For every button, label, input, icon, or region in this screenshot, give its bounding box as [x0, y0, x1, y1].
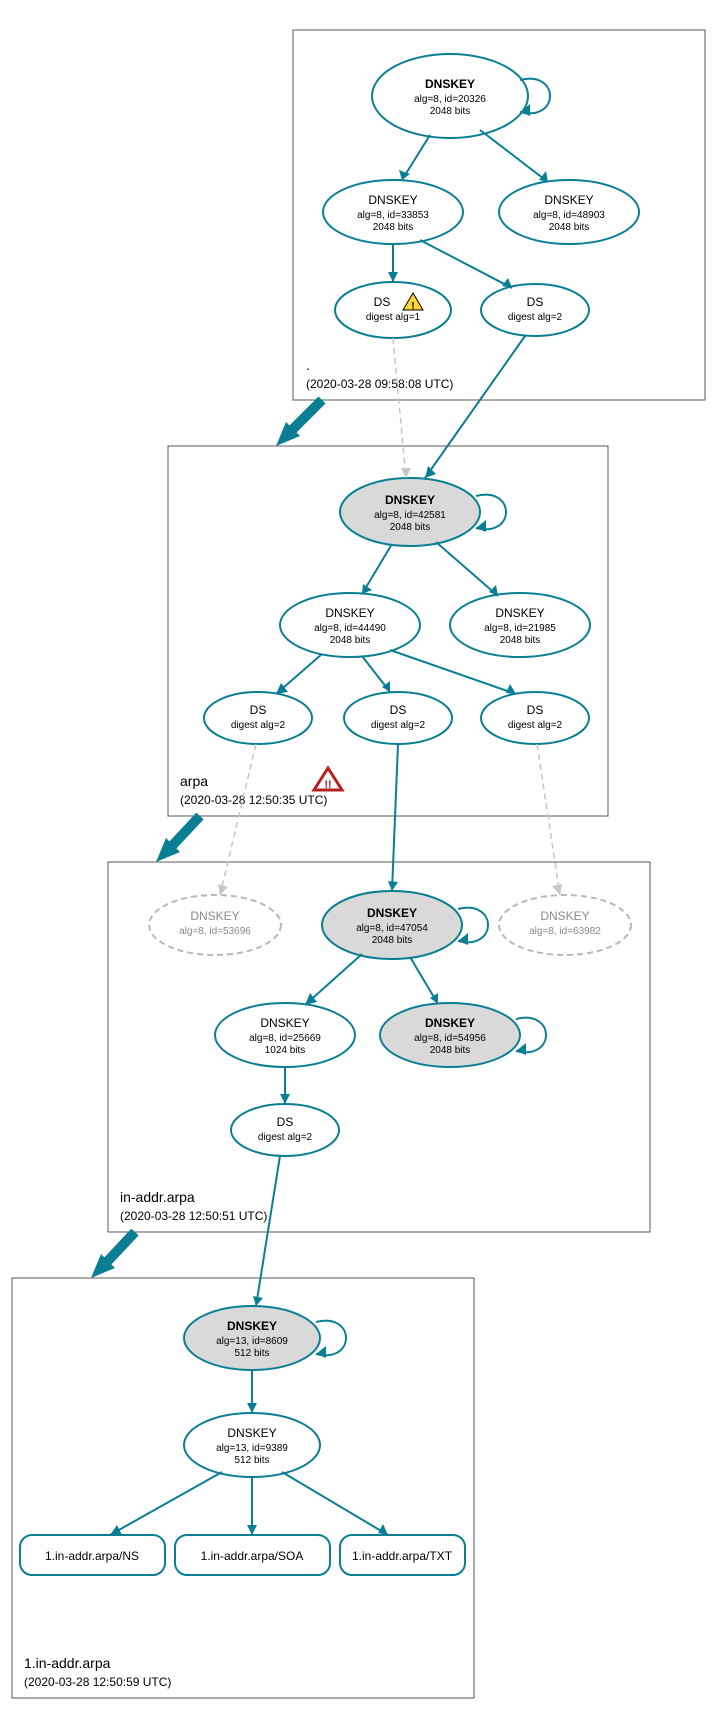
- svg-text:DNSKEY: DNSKEY: [190, 909, 239, 923]
- node-inaddr-zsk: DNSKEY alg=8, id=25669 1024 bits: [215, 1003, 355, 1067]
- node-root-zsk1: DNSKEY alg=8, id=33853 2048 bits: [323, 180, 463, 244]
- svg-text:DNSKEY: DNSKEY: [368, 193, 417, 207]
- zone-inaddr-name: in-addr.arpa: [120, 1189, 195, 1205]
- svg-text:alg=8, id=47054: alg=8, id=47054: [356, 923, 428, 934]
- zone-one: 1.in-addr.arpa (2020-03-28 12:50:59 UTC)…: [12, 1156, 474, 1698]
- zone-arpa: arpa (2020-03-28 12:50:35 UTC) !! DNSKEY…: [168, 336, 608, 816]
- svg-text:DNSKEY: DNSKEY: [325, 606, 374, 620]
- svg-text:alg=8, id=44490: alg=8, id=44490: [314, 623, 386, 634]
- svg-text:DS: DS: [390, 703, 407, 717]
- svg-text:DNSKEY: DNSKEY: [260, 1016, 309, 1030]
- svg-text:DNSKEY: DNSKEY: [544, 193, 593, 207]
- svg-text:alg=8, id=42581: alg=8, id=42581: [374, 510, 446, 521]
- svg-text:512 bits: 512 bits: [234, 1348, 269, 1359]
- node-inaddr-ds: DS digest alg=2: [231, 1104, 339, 1156]
- svg-text:!!: !!: [324, 779, 331, 791]
- svg-text:DS: DS: [374, 295, 391, 309]
- zone-arpa-name: arpa: [180, 773, 208, 789]
- svg-text:2048 bits: 2048 bits: [372, 935, 413, 946]
- node-root-zsk2: DNSKEY alg=8, id=48903 2048 bits: [499, 180, 639, 244]
- svg-text:DS: DS: [277, 1115, 294, 1129]
- svg-text:2048 bits: 2048 bits: [430, 106, 471, 117]
- zone-inaddr: in-addr.arpa (2020-03-28 12:50:51 UTC) D…: [108, 744, 650, 1232]
- svg-text:digest alg=2: digest alg=2: [258, 1132, 313, 1143]
- svg-text:2048 bits: 2048 bits: [549, 222, 590, 233]
- svg-text:digest alg=1: digest alg=1: [366, 312, 421, 323]
- svg-text:alg=13, id=8609: alg=13, id=8609: [216, 1336, 288, 1347]
- dnssec-graph: . (2020-03-28 09:58:08 UTC) DNSKEY alg=8…: [0, 0, 717, 1717]
- node-root-ds1: DS digest alg=1 !: [335, 282, 451, 338]
- node-inaddr-key2: DNSKEY alg=8, id=54956 2048 bits: [380, 1003, 546, 1067]
- svg-text:DNSKEY: DNSKEY: [227, 1426, 276, 1440]
- svg-text:1024 bits: 1024 bits: [265, 1045, 306, 1056]
- svg-text:!: !: [411, 301, 414, 312]
- svg-text:alg=8, id=48903: alg=8, id=48903: [533, 210, 605, 221]
- node-one-txt: 1.in-addr.arpa/TXT: [340, 1535, 465, 1575]
- error-icon: !!: [314, 768, 342, 791]
- node-arpa-ds1: DS digest alg=2: [204, 692, 312, 744]
- svg-text:DNSKEY: DNSKEY: [425, 77, 475, 91]
- node-arpa-ksk: DNSKEY alg=8, id=42581 2048 bits: [340, 478, 506, 546]
- node-arpa-ds2: DS digest alg=2: [344, 692, 452, 744]
- svg-text:alg=8, id=54956: alg=8, id=54956: [414, 1033, 486, 1044]
- svg-text:DNSKEY: DNSKEY: [367, 906, 417, 920]
- svg-text:2048 bits: 2048 bits: [430, 1045, 471, 1056]
- zone-root-ts: (2020-03-28 09:58:08 UTC): [306, 377, 453, 391]
- svg-text:alg=8, id=63982: alg=8, id=63982: [529, 926, 601, 937]
- svg-text:512 bits: 512 bits: [234, 1455, 269, 1466]
- zone-root: . (2020-03-28 09:58:08 UTC) DNSKEY alg=8…: [293, 30, 705, 400]
- svg-text:2048 bits: 2048 bits: [500, 635, 541, 646]
- node-one-ksk: DNSKEY alg=13, id=8609 512 bits: [184, 1306, 346, 1370]
- node-arpa-zsk2: DNSKEY alg=8, id=21985 2048 bits: [450, 593, 590, 657]
- node-inaddr-ksk: DNSKEY alg=8, id=47054 2048 bits: [322, 891, 488, 959]
- zone-inaddr-ts: (2020-03-28 12:50:51 UTC): [120, 1209, 267, 1223]
- svg-text:DNSKEY: DNSKEY: [540, 909, 589, 923]
- zone-root-name: .: [306, 357, 310, 373]
- svg-text:alg=8, id=20326: alg=8, id=20326: [414, 94, 486, 105]
- svg-text:alg=8, id=21985: alg=8, id=21985: [484, 623, 556, 634]
- svg-text:digest alg=2: digest alg=2: [508, 720, 563, 731]
- svg-text:2048 bits: 2048 bits: [390, 522, 431, 533]
- svg-text:1.in-addr.arpa/NS: 1.in-addr.arpa/NS: [45, 1549, 139, 1563]
- zone-one-ts: (2020-03-28 12:50:59 UTC): [24, 1675, 171, 1689]
- svg-text:digest alg=2: digest alg=2: [231, 720, 286, 731]
- svg-text:DNSKEY: DNSKEY: [495, 606, 544, 620]
- svg-text:alg=8, id=25669: alg=8, id=25669: [249, 1033, 321, 1044]
- svg-text:DS: DS: [250, 703, 267, 717]
- svg-text:1.in-addr.arpa/SOA: 1.in-addr.arpa/SOA: [201, 1549, 304, 1563]
- node-one-zsk: DNSKEY alg=13, id=9389 512 bits: [184, 1413, 320, 1477]
- node-root-ksk: DNSKEY alg=8, id=20326 2048 bits: [372, 54, 550, 138]
- svg-text:digest alg=2: digest alg=2: [371, 720, 426, 731]
- svg-text:digest alg=2: digest alg=2: [508, 312, 563, 323]
- svg-text:alg=13, id=9389: alg=13, id=9389: [216, 1443, 288, 1454]
- svg-text:DNSKEY: DNSKEY: [227, 1319, 277, 1333]
- svg-text:2048 bits: 2048 bits: [330, 635, 371, 646]
- svg-text:DS: DS: [527, 703, 544, 717]
- node-root-ds2: DS digest alg=2: [481, 284, 589, 336]
- svg-text:2048 bits: 2048 bits: [373, 222, 414, 233]
- zone-one-name: 1.in-addr.arpa: [24, 1655, 111, 1671]
- svg-text:alg=8, id=53696: alg=8, id=53696: [179, 926, 251, 937]
- svg-text:alg=8, id=33853: alg=8, id=33853: [357, 210, 429, 221]
- svg-text:DNSKEY: DNSKEY: [385, 493, 435, 507]
- node-one-soa: 1.in-addr.arpa/SOA: [175, 1535, 330, 1575]
- svg-text:1.in-addr.arpa/TXT: 1.in-addr.arpa/TXT: [352, 1549, 453, 1563]
- svg-text:DNSKEY: DNSKEY: [425, 1016, 475, 1030]
- node-arpa-ds3: DS digest alg=2: [481, 692, 589, 744]
- zone-arpa-ts: (2020-03-28 12:50:35 UTC): [180, 793, 327, 807]
- node-arpa-zsk1: DNSKEY alg=8, id=44490 2048 bits: [280, 593, 420, 657]
- node-inaddr-ghost1: DNSKEY alg=8, id=53696: [149, 895, 281, 955]
- node-one-ns: 1.in-addr.arpa/NS: [20, 1535, 165, 1575]
- svg-text:DS: DS: [527, 295, 544, 309]
- node-inaddr-ghost2: DNSKEY alg=8, id=63982: [499, 895, 631, 955]
